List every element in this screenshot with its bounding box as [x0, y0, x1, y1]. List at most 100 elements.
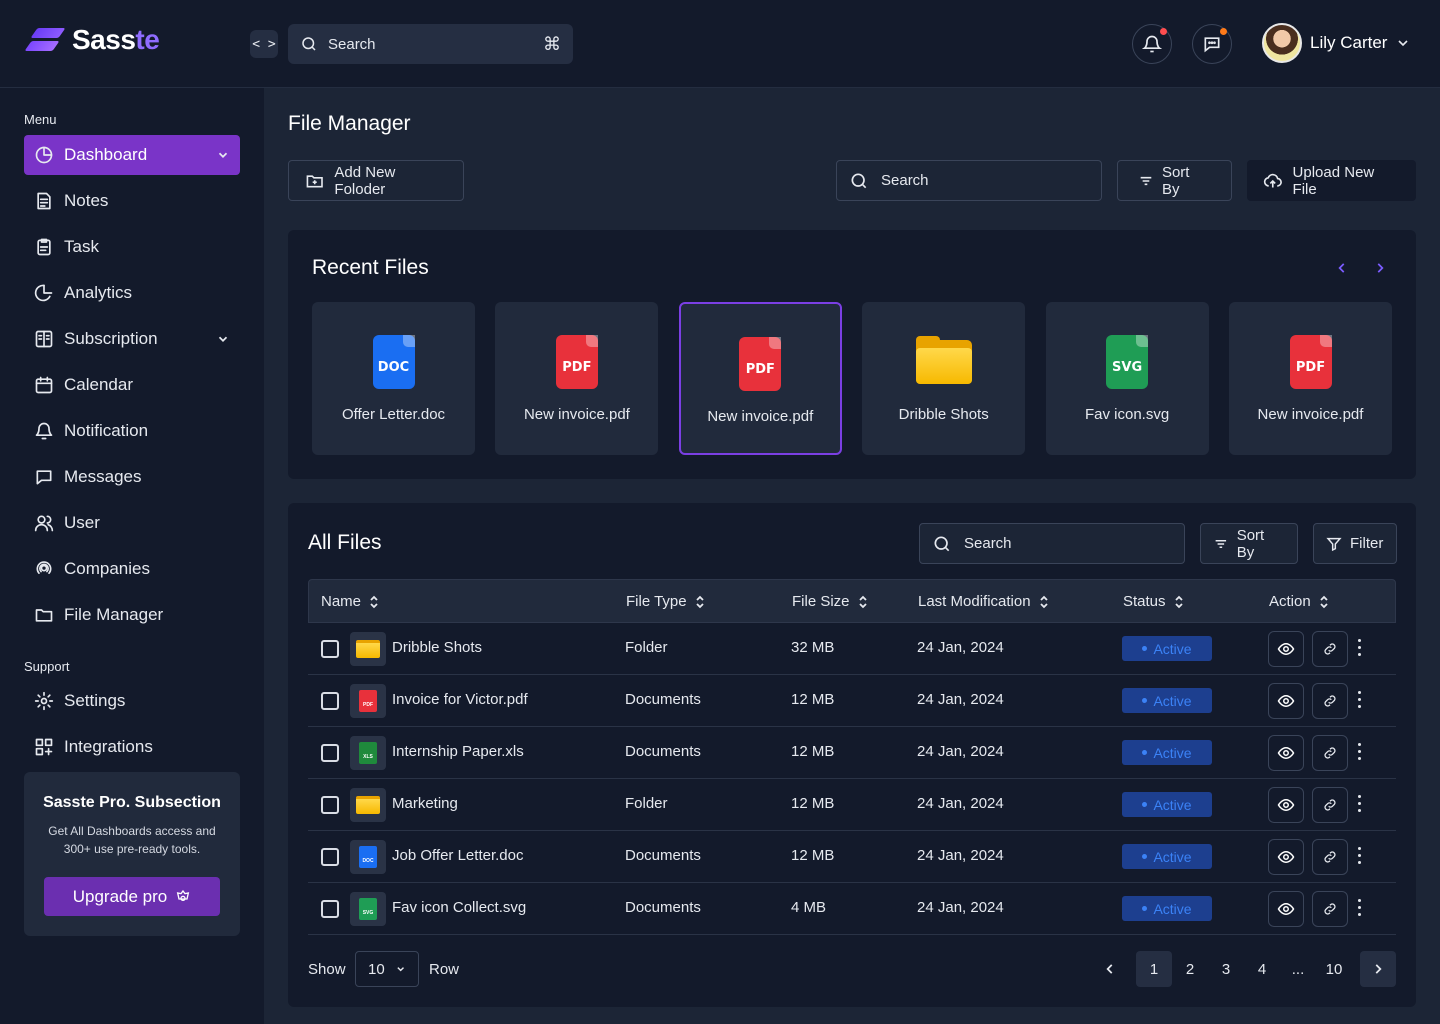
- main-search-input[interactable]: Search: [836, 160, 1102, 201]
- column-header-action[interactable]: Action: [1269, 593, 1329, 610]
- files-sort-button[interactable]: Sort By: [1200, 523, 1298, 564]
- page-button-10[interactable]: 10: [1316, 951, 1352, 987]
- recent-file-name: Fav icon.svg: [1084, 406, 1170, 423]
- sidebar-item-integrations[interactable]: Integrations: [24, 727, 240, 767]
- column-header-file-size[interactable]: File Size: [792, 593, 868, 610]
- sidebar-item-companies[interactable]: Companies: [24, 549, 240, 589]
- recent-file-card[interactable]: PDF New invoice.pdf: [495, 302, 659, 455]
- column-header-status[interactable]: Status: [1123, 593, 1184, 610]
- row-checkbox[interactable]: [321, 796, 339, 814]
- sort-by-button[interactable]: Sort By: [1117, 160, 1232, 201]
- sidebar-item-messages[interactable]: Messages: [24, 457, 240, 497]
- row-checkbox[interactable]: [321, 900, 339, 918]
- sidebar-item-file-manager[interactable]: File Manager: [24, 595, 240, 635]
- global-search-input[interactable]: Search ⌘: [288, 24, 573, 64]
- file-name[interactable]: Dribble Shots: [392, 639, 482, 656]
- prev-page-button[interactable]: [1092, 951, 1128, 987]
- sidebar-item-dashboard[interactable]: Dashboard: [24, 135, 240, 175]
- companies-icon: [36, 561, 52, 574]
- upgrade-pro-button[interactable]: Upgrade pro: [44, 877, 220, 916]
- more-options-icon[interactable]: [1358, 689, 1361, 710]
- file-icon-wrapper: XLS: [350, 736, 386, 770]
- file-name[interactable]: Marketing: [392, 795, 458, 812]
- sidebar-item-calendar[interactable]: Calendar: [24, 365, 240, 405]
- page-button-2[interactable]: 2: [1172, 951, 1208, 987]
- table-row[interactable]: Marketing Folder 12 MB 24 Jan, 2024 Acti…: [308, 779, 1396, 831]
- table-row[interactable]: SVG Fav icon Collect.svg Documents 4 MB …: [308, 883, 1396, 935]
- sidebar-item-user[interactable]: User: [24, 503, 240, 543]
- column-header-last-modification[interactable]: Last Modification: [918, 593, 1049, 610]
- file-type: Documents: [625, 743, 701, 760]
- carousel-prev-icon[interactable]: [1335, 260, 1349, 276]
- folder-icon: [356, 796, 380, 814]
- copy-link-button[interactable]: [1312, 683, 1348, 719]
- search-icon: [851, 173, 867, 188]
- recent-file-card[interactable]: PDF New invoice.pdf: [678, 302, 842, 455]
- recent-file-card[interactable]: Dribble Shots: [862, 302, 1026, 455]
- table-row[interactable]: DOC Job Offer Letter.doc Documents 12 MB…: [308, 831, 1396, 883]
- table-row[interactable]: XLS Internship Paper.xls Documents 12 MB…: [308, 727, 1396, 779]
- file-name[interactable]: Internship Paper.xls: [392, 743, 524, 760]
- files-search-input[interactable]: Search: [919, 523, 1185, 564]
- row-checkbox[interactable]: [321, 848, 339, 866]
- sidebar-item-task[interactable]: Task: [24, 227, 240, 267]
- column-header-name[interactable]: Name: [321, 593, 379, 610]
- page-button-1[interactable]: 1: [1136, 951, 1172, 987]
- sidebar-item-label: Notification: [64, 421, 149, 440]
- more-options-icon[interactable]: [1358, 793, 1361, 814]
- copy-link-button[interactable]: [1312, 891, 1348, 927]
- view-button[interactable]: [1268, 839, 1304, 875]
- copy-link-button[interactable]: [1312, 735, 1348, 771]
- page-ellipsis: ...: [1291, 960, 1305, 978]
- messages-button[interactable]: [1192, 24, 1232, 64]
- view-button[interactable]: [1268, 683, 1304, 719]
- sidebar-toggle-button[interactable]: < >: [250, 30, 278, 58]
- view-button[interactable]: [1268, 787, 1304, 823]
- row-checkbox[interactable]: [321, 692, 339, 710]
- sidebar-item-label: User: [64, 513, 100, 532]
- gear-icon: [34, 691, 54, 711]
- recent-file-card[interactable]: SVG Fav icon.svg: [1045, 302, 1209, 455]
- file-name[interactable]: Job Offer Letter.doc: [392, 847, 523, 864]
- carousel-next-icon[interactable]: [1373, 260, 1387, 276]
- filter-button[interactable]: Filter: [1313, 523, 1397, 564]
- add-folder-button[interactable]: Add New Foloder: [288, 160, 464, 201]
- sort-arrows-icon: [370, 595, 378, 608]
- sidebar-item-label: Dashboard: [64, 145, 148, 164]
- last-modified: 24 Jan, 2024: [917, 899, 1004, 916]
- user-menu[interactable]: Lily Carter: [1262, 23, 1411, 63]
- sidebar-item-notification[interactable]: Notification: [24, 411, 240, 451]
- copy-link-button[interactable]: [1312, 839, 1348, 875]
- recent-file-card[interactable]: PDF New invoice.pdf: [1229, 302, 1392, 455]
- upload-file-button[interactable]: Upload New File: [1247, 160, 1416, 201]
- sidebar-item-settings[interactable]: Settings: [24, 681, 240, 721]
- column-header-file-type[interactable]: File Type: [626, 593, 705, 610]
- more-options-icon[interactable]: [1358, 897, 1361, 918]
- row-checkbox[interactable]: [321, 640, 339, 658]
- sidebar-item-analytics[interactable]: Analytics: [24, 273, 240, 313]
- next-page-button[interactable]: [1360, 951, 1396, 987]
- file-name[interactable]: Fav icon Collect.svg: [392, 899, 526, 916]
- page-button-3[interactable]: 3: [1208, 951, 1244, 987]
- table-row[interactable]: Dribble Shots Folder 32 MB 24 Jan, 2024 …: [308, 623, 1396, 675]
- copy-link-button[interactable]: [1312, 787, 1348, 823]
- more-options-icon[interactable]: [1358, 845, 1361, 866]
- more-options-icon[interactable]: [1358, 637, 1361, 658]
- more-options-icon[interactable]: [1358, 741, 1361, 762]
- copy-link-button[interactable]: [1312, 631, 1348, 667]
- notifications-button[interactable]: [1132, 24, 1172, 64]
- file-size: 4 MB: [791, 899, 827, 916]
- sidebar-item-subscription[interactable]: Subscription: [24, 319, 240, 359]
- file-name[interactable]: Invoice for Victor.pdf: [392, 691, 528, 708]
- sidebar-item-notes[interactable]: Notes: [24, 181, 240, 221]
- page-button-4[interactable]: 4: [1244, 951, 1280, 987]
- view-button[interactable]: [1268, 735, 1304, 771]
- table-row[interactable]: PDF Invoice for Victor.pdf Documents 12 …: [308, 675, 1396, 727]
- brand-logo[interactable]: Sasste: [24, 24, 160, 56]
- cloud-upload-icon: [1263, 173, 1282, 188]
- row-checkbox[interactable]: [321, 744, 339, 762]
- view-button[interactable]: [1268, 631, 1304, 667]
- recent-file-card[interactable]: DOC Offer Letter.doc: [312, 302, 475, 455]
- rows-per-page-select[interactable]: 10: [355, 951, 419, 987]
- view-button[interactable]: [1268, 891, 1304, 927]
